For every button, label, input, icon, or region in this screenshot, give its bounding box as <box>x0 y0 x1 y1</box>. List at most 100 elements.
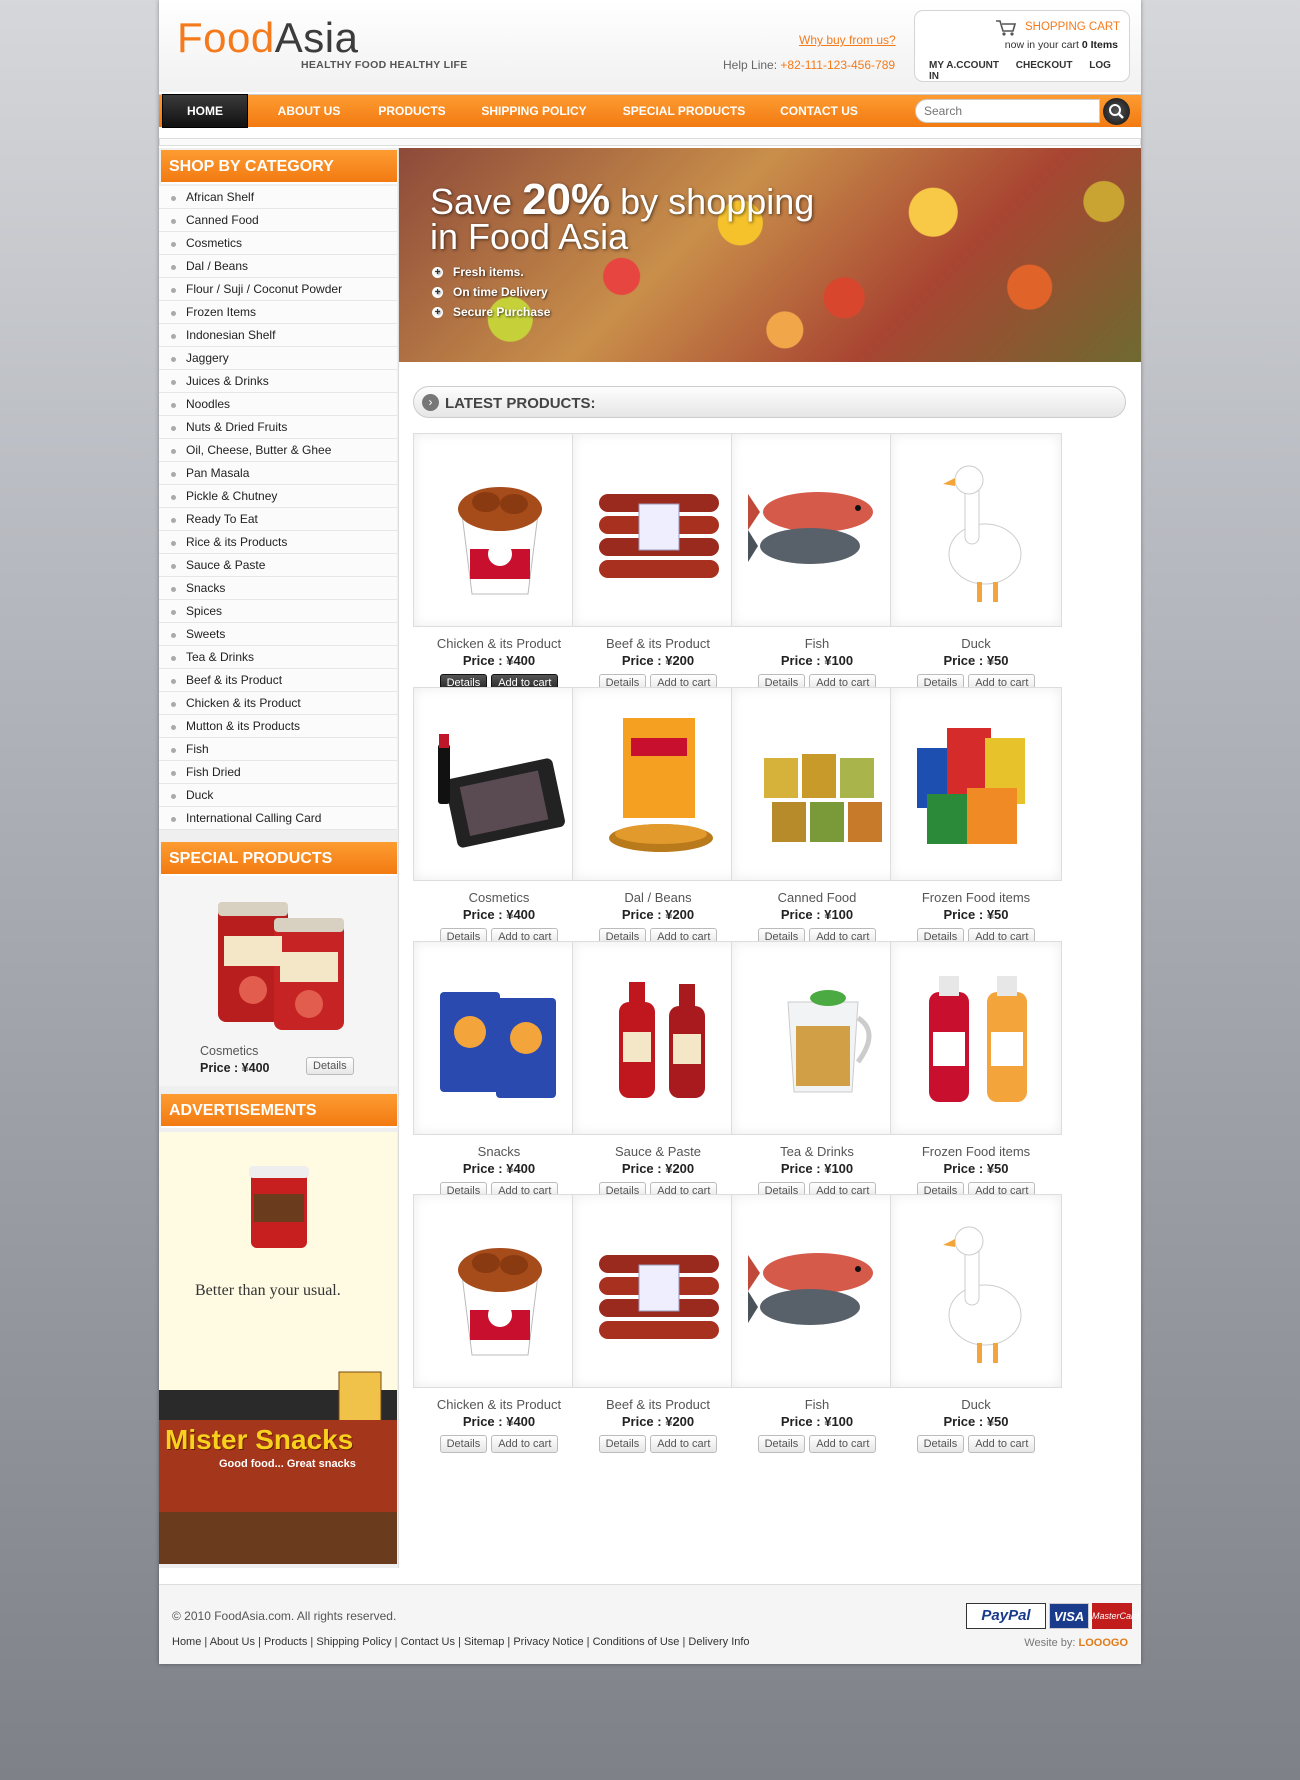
category-item[interactable]: Juices & Drinks <box>159 370 397 393</box>
category-item[interactable]: Frozen Items <box>159 301 397 324</box>
category-item[interactable]: Fish <box>159 738 397 761</box>
footer-link[interactable]: Contact Us <box>401 1636 455 1648</box>
category-item[interactable]: Sauce & Paste <box>159 554 397 577</box>
product-price: Price : ¥100 <box>780 1161 854 1176</box>
cart-title[interactable]: SHOPPING CART <box>1025 21 1120 33</box>
add-to-cart-button[interactable]: Add to cart <box>809 1435 877 1453</box>
category-item[interactable]: Duck <box>159 784 397 807</box>
product-name[interactable]: Snacks <box>413 1144 585 1159</box>
product-name[interactable]: Fish <box>731 1397 903 1412</box>
add-to-cart-button[interactable]: Add to cart <box>650 1435 718 1453</box>
product-image[interactable] <box>731 687 903 881</box>
category-item[interactable]: Canned Food <box>159 209 397 232</box>
category-item[interactable]: Flour / Suji / Coconut Powder <box>159 278 397 301</box>
category-item[interactable]: Nuts & Dried Fruits <box>159 416 397 439</box>
details-button[interactable]: Details <box>916 1435 965 1453</box>
product-image[interactable] <box>413 687 585 881</box>
product-image[interactable] <box>413 1194 585 1388</box>
category-item[interactable]: Dal / Beans <box>159 255 397 278</box>
product-name[interactable]: Canned Food <box>731 890 903 905</box>
product-image[interactable] <box>413 941 585 1135</box>
product-name[interactable]: Sauce & Paste <box>572 1144 744 1159</box>
product-name[interactable]: Fish <box>731 636 903 651</box>
product-name[interactable]: Chicken & its Product <box>413 636 585 651</box>
category-item[interactable]: Cosmetics <box>159 232 397 255</box>
product-name[interactable]: Dal / Beans <box>572 890 744 905</box>
category-item[interactable]: Indonesian Shelf <box>159 324 397 347</box>
category-item[interactable]: Tea & Drinks <box>159 646 397 669</box>
product-name[interactable]: Tea & Drinks <box>731 1144 903 1159</box>
category-item[interactable]: Rice & its Products <box>159 531 397 554</box>
nav-products[interactable]: PRODUCTS <box>364 95 460 128</box>
product-name[interactable]: Cosmetics <box>413 890 585 905</box>
category-item[interactable]: African Shelf <box>159 186 397 209</box>
product-name[interactable]: Duck <box>890 636 1062 651</box>
footer-link[interactable]: Shipping Policy <box>316 1636 391 1648</box>
logo[interactable]: FoodAsia <box>177 14 358 62</box>
nav-shipping-policy[interactable]: SHIPPING POLICY <box>469 95 599 128</box>
category-item[interactable]: Oil, Cheese, Butter & Ghee <box>159 439 397 462</box>
category-item[interactable]: Chicken & its Product <box>159 692 397 715</box>
footer-link[interactable]: Delivery Info <box>688 1636 749 1648</box>
nav-home[interactable]: HOME <box>162 94 248 128</box>
details-button[interactable]: Details <box>757 1435 806 1453</box>
product-card: Duck Price : ¥50 Details Add to cart <box>890 433 1062 692</box>
footer-link[interactable]: Sitemap <box>464 1636 504 1648</box>
category-item[interactable]: Pickle & Chutney <box>159 485 397 508</box>
nav-contact-us[interactable]: CONTACT US <box>769 95 869 128</box>
category-item[interactable]: Noodles <box>159 393 397 416</box>
ad-banner-image[interactable] <box>159 1132 397 1564</box>
footer-link[interactable]: Conditions of Use <box>593 1636 680 1648</box>
footer-link[interactable]: Products <box>264 1636 307 1648</box>
banner-bullet: + On time Delivery <box>432 282 550 302</box>
product-image[interactable] <box>731 941 903 1135</box>
category-item[interactable]: Beef & its Product <box>159 669 397 692</box>
copyright: © 2010 FoodAsia.com. All rights reserved… <box>172 1609 397 1623</box>
category-item[interactable]: Sweets <box>159 623 397 646</box>
product-price: Price : ¥100 <box>780 907 854 922</box>
product-image[interactable] <box>572 941 744 1135</box>
details-button[interactable]: Details <box>598 1435 647 1453</box>
footer-link[interactable]: Privacy Notice <box>513 1636 583 1648</box>
product-name[interactable]: Beef & its Product <box>572 636 744 651</box>
footer-link[interactable]: About Us <box>210 1636 255 1648</box>
details-button[interactable]: Details <box>439 1435 488 1453</box>
product-image[interactable] <box>890 433 1062 627</box>
product-name[interactable]: Frozen Food items <box>890 1144 1062 1159</box>
category-item[interactable]: Snacks <box>159 577 397 600</box>
why-buy-link[interactable]: Why buy from us? <box>799 33 896 47</box>
add-to-cart-button[interactable]: Add to cart <box>968 1435 1036 1453</box>
search-button[interactable] <box>1103 98 1130 125</box>
product-name[interactable]: Beef & its Product <box>572 1397 744 1412</box>
product-name[interactable]: Chicken & its Product <box>413 1397 585 1412</box>
checkout-link[interactable]: CHECKOUT <box>1016 60 1073 71</box>
product-image[interactable] <box>731 1194 903 1388</box>
product-image[interactable] <box>890 1194 1062 1388</box>
category-item[interactable]: Pan Masala <box>159 462 397 485</box>
product-image[interactable] <box>731 433 903 627</box>
product-image[interactable] <box>413 433 585 627</box>
product-name[interactable]: Frozen Food items <box>890 890 1062 905</box>
search-input[interactable] <box>924 104 1084 118</box>
category-item[interactable]: Fish Dried <box>159 761 397 784</box>
category-item[interactable]: Spices <box>159 600 397 623</box>
product-image[interactable] <box>890 687 1062 881</box>
category-item[interactable]: International Calling Card <box>159 807 397 830</box>
add-to-cart-button[interactable]: Add to cart <box>491 1435 559 1453</box>
product-image[interactable] <box>572 687 744 881</box>
category-item[interactable]: Ready To Eat <box>159 508 397 531</box>
product-image[interactable] <box>572 433 744 627</box>
category-item[interactable]: Jaggery <box>159 347 397 370</box>
website-brand[interactable]: LOOOGO <box>1079 1637 1129 1649</box>
special-details-button[interactable]: Details <box>306 1057 354 1075</box>
product-image[interactable] <box>572 1194 744 1388</box>
footer-link[interactable]: Home <box>172 1636 201 1648</box>
nav-special-products[interactable]: SPECIAL PRODUCTS <box>611 95 757 128</box>
category-item[interactable]: Mutton & its Products <box>159 715 397 738</box>
product-name[interactable]: Duck <box>890 1397 1062 1412</box>
my-account-link[interactable]: MY A.CCOUNT <box>929 60 999 71</box>
advertisements-heading: ADVERTISEMENTS <box>161 1094 397 1128</box>
nav-about-us[interactable]: ABOUT US <box>261 95 357 128</box>
promo-banner[interactable]: Save 20% by shopping in Food Asia + Fresh… <box>399 148 1141 362</box>
product-image[interactable] <box>890 941 1062 1135</box>
